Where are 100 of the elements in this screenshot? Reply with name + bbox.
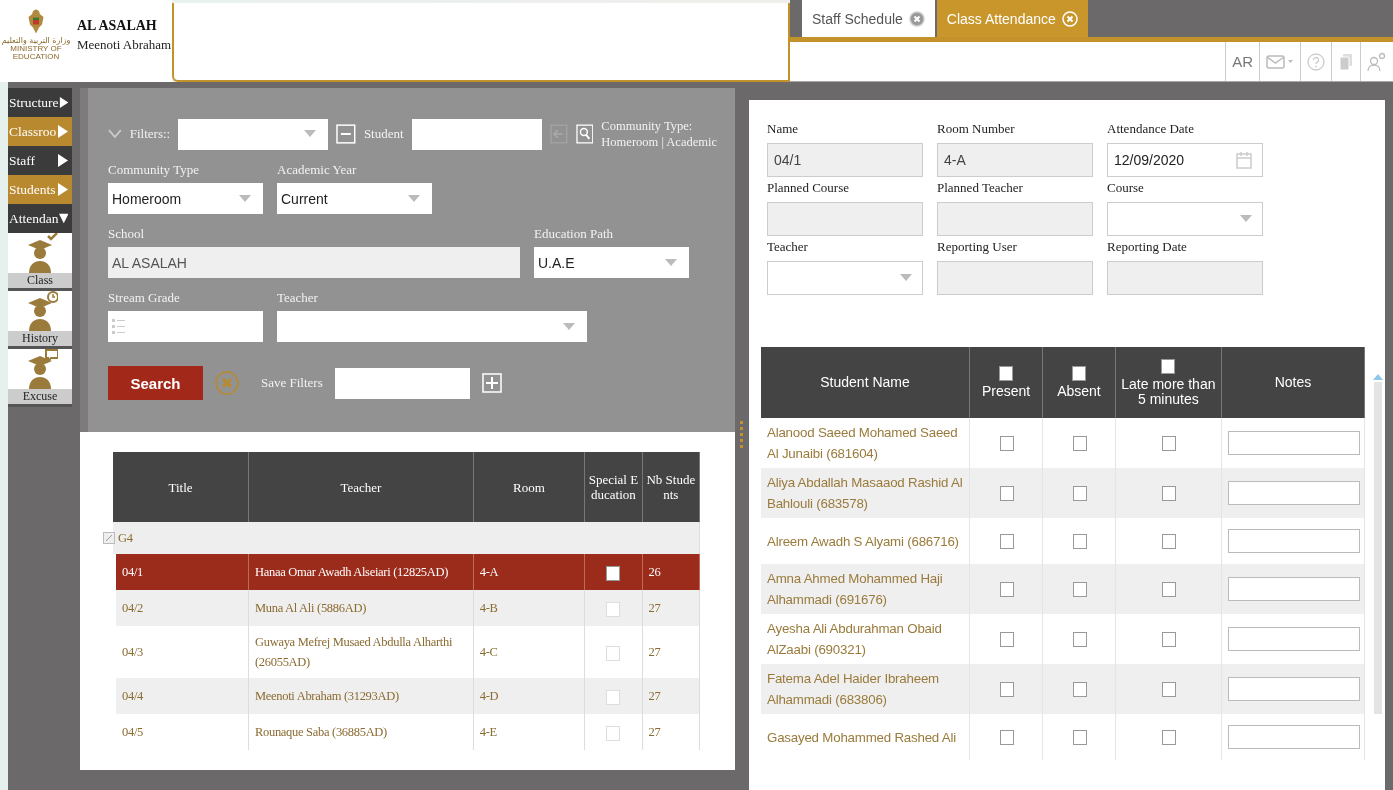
checkbox[interactable]: [1162, 436, 1177, 452]
copy-icon[interactable]: [1338, 52, 1354, 71]
checkbox[interactable]: [1072, 582, 1087, 598]
dropdown-caret-icon[interactable]: [563, 322, 575, 331]
notes-field[interactable]: [1228, 627, 1360, 651]
search-button[interactable]: Search: [108, 366, 203, 400]
nav-item[interactable]: Structure: [8, 88, 72, 117]
nav-item[interactable]: Staff: [8, 146, 72, 175]
input-field[interactable]: AL ASALAH: [108, 247, 520, 278]
school-name: AL ASALAH: [77, 18, 158, 34]
checkbox[interactable]: [1000, 632, 1015, 648]
dropdown[interactable]: [1107, 202, 1263, 236]
user-settings-icon[interactable]: [1367, 51, 1387, 72]
clear-icon[interactable]: [215, 371, 239, 395]
help-icon[interactable]: [1307, 52, 1325, 71]
input-field[interactable]: [937, 261, 1093, 295]
field-label: Teacher: [767, 239, 809, 255]
table-cell: 27: [642, 590, 700, 626]
checkbox[interactable]: [1072, 486, 1087, 502]
checkbox[interactable]: [1072, 534, 1087, 550]
checkbox[interactable]: [1161, 358, 1176, 374]
dropdown-caret-icon[interactable]: [900, 274, 912, 282]
list-icon[interactable]: [112, 317, 126, 336]
input-field[interactable]: [937, 202, 1093, 236]
column-header: Present: [981, 383, 1031, 399]
community-type-heading: Community Type:: [601, 118, 694, 134]
table-cell: 27: [642, 714, 700, 750]
nav-subitem[interactable]: Class: [8, 233, 72, 291]
input-field[interactable]: [334, 367, 470, 399]
dropdown[interactable]: [178, 118, 329, 150]
checkbox[interactable]: [999, 366, 1014, 381]
tab[interactable]: Staff Schedule: [802, 0, 935, 37]
table-row[interactable]: 04/2 Muna Al Ali (5886AD) 4-B 27: [113, 590, 700, 626]
dropdown[interactable]: Homeroom: [108, 183, 263, 214]
input-field[interactable]: [1107, 261, 1263, 295]
checkbox[interactable]: [1162, 534, 1177, 550]
dropdown[interactable]: U.A.E: [534, 247, 689, 278]
dropdown[interactable]: [767, 261, 923, 295]
field-label: Attendance Date: [1107, 121, 1195, 137]
field-label: Course: [1107, 180, 1145, 196]
notes-field[interactable]: [1228, 725, 1360, 749]
input-field[interactable]: 04/1: [767, 143, 923, 177]
checkbox[interactable]: [1162, 486, 1177, 502]
field-label: School: [108, 226, 146, 242]
input-field[interactable]: [767, 202, 923, 236]
save-filters-label: Save Filters: [261, 375, 323, 391]
checkbox[interactable]: [1162, 632, 1177, 648]
date-field[interactable]: 12/09/2020: [1107, 143, 1263, 177]
checkbox[interactable]: [1000, 730, 1015, 746]
calendar-icon[interactable]: [1236, 151, 1252, 169]
checkbox[interactable]: [1162, 582, 1177, 598]
community-type-value: Homeroom | Academic: [601, 134, 717, 150]
field-label: Education Path: [534, 226, 615, 242]
splitter-handle[interactable]: [740, 421, 744, 451]
scrollbar[interactable]: [1373, 374, 1383, 714]
emblem-icon: [27, 8, 45, 35]
notes-field[interactable]: [1228, 529, 1360, 553]
nav-subitem[interactable]: Excuse: [8, 349, 72, 407]
chevron-down-icon[interactable]: [108, 129, 122, 139]
checkbox[interactable]: [606, 565, 621, 581]
column-header: Absent: [1057, 383, 1101, 399]
dropdown-caret-icon[interactable]: [1240, 215, 1252, 223]
add-icon[interactable]: [481, 373, 502, 393]
search-icon[interactable]: [575, 124, 594, 144]
checkbox[interactable]: [1162, 682, 1177, 698]
input-field[interactable]: [108, 311, 263, 342]
field-label: Reporting User: [937, 239, 1018, 255]
checkbox[interactable]: [1072, 730, 1087, 746]
checkbox[interactable]: [1000, 582, 1015, 598]
table-row[interactable]: 04/1 Hanaa Omar Awadh Alseiari (12825AD) 4-A 26: [113, 554, 700, 590]
notes-field[interactable]: [1228, 677, 1360, 701]
nav-subitem[interactable]: History: [8, 291, 72, 349]
input-field[interactable]: 4-A: [937, 143, 1093, 177]
checkbox[interactable]: [1000, 682, 1015, 698]
checkbox[interactable]: [1072, 632, 1087, 648]
column-header: Teacher: [248, 452, 474, 522]
checkbox[interactable]: [1071, 366, 1086, 381]
collapse-icon[interactable]: [103, 532, 115, 544]
dropdown[interactable]: Current: [277, 183, 432, 214]
checkbox[interactable]: [1072, 682, 1087, 698]
notes-field[interactable]: [1228, 431, 1360, 455]
close-icon[interactable]: [908, 10, 925, 27]
table-row[interactable]: 04/5 Rounaque Saba (36885AD) 4-E 27: [113, 714, 700, 750]
checkbox[interactable]: [1162, 730, 1177, 746]
dropdown-caret-icon[interactable]: [665, 258, 677, 267]
input-field[interactable]: [411, 118, 542, 150]
mail-icon[interactable]: [1266, 53, 1294, 70]
table-row[interactable]: 04/4 Meenoti Abraham (31293AD) 4-D 27: [113, 678, 700, 714]
dropdown-caret-icon[interactable]: [239, 194, 251, 203]
checkbox[interactable]: [1000, 436, 1015, 452]
notes-field[interactable]: [1228, 577, 1360, 601]
dropdown-caret-icon[interactable]: [408, 194, 420, 203]
nav-item[interactable]: Attendan: [8, 204, 72, 233]
field-label: Community Type: [108, 162, 200, 178]
checkbox[interactable]: [1000, 486, 1015, 502]
checkbox[interactable]: [1000, 534, 1015, 550]
dropdown-caret-icon[interactable]: [304, 130, 317, 138]
checkbox[interactable]: [1072, 436, 1087, 452]
notes-field[interactable]: [1228, 481, 1360, 505]
group-label: G4: [118, 530, 133, 547]
